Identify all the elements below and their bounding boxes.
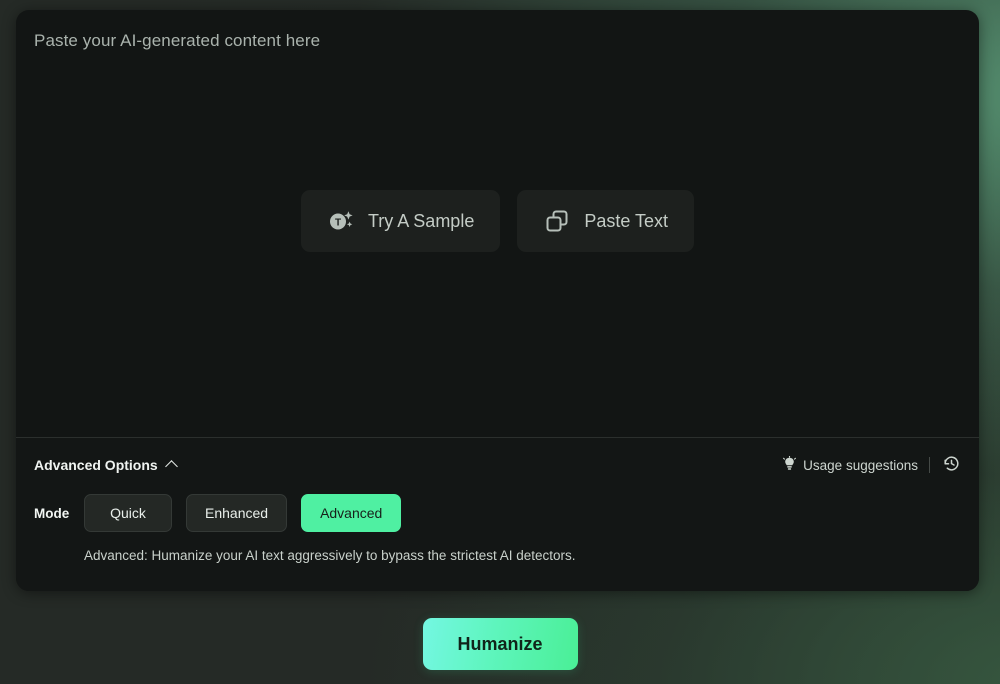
usage-suggestions-button[interactable]: Usage suggestions <box>782 454 918 475</box>
mode-option-quick-label: Quick <box>110 505 146 521</box>
try-a-sample-label: Try A Sample <box>367 210 475 231</box>
chevron-up-icon <box>164 460 178 473</box>
humanizer-page: Paste your AI-generated content here T T… <box>0 0 1000 684</box>
history-clock-icon <box>942 454 961 476</box>
svg-text:T: T <box>335 218 341 229</box>
submit-row: Humanize <box>0 618 1000 670</box>
text-editor-area[interactable]: Paste your AI-generated content here T T… <box>16 10 979 437</box>
advanced-options-label: Advanced Options <box>34 457 158 473</box>
paste-text-label: Paste Text <box>584 210 669 231</box>
paste-text-button[interactable]: Paste Text <box>517 190 695 252</box>
mode-description: Advanced: Humanize your AI text aggressi… <box>84 548 576 563</box>
advanced-options-panel: Advanced Options Usage suggestions Mode … <box>16 437 979 591</box>
editor-placeholder: Paste your AI-generated content here <box>34 31 321 50</box>
copy-paste-icon <box>543 207 571 235</box>
advanced-options-header: Advanced Options Usage suggestions <box>34 438 961 492</box>
humanize-button[interactable]: Humanize <box>422 618 578 670</box>
mode-selector: Mode Quick Enhanced Advanced <box>34 494 961 532</box>
quick-actions-group: T Try A Sample Paste Text <box>16 190 979 252</box>
mode-option-enhanced[interactable]: Enhanced <box>186 494 288 532</box>
options-header-actions: Usage suggestions <box>782 454 961 475</box>
try-a-sample-button[interactable]: T Try A Sample <box>300 190 501 252</box>
history-button[interactable] <box>941 455 961 475</box>
sample-sparkle-icon: T <box>327 207 355 235</box>
mode-label: Mode <box>34 505 70 521</box>
mode-option-advanced-label: Advanced <box>320 505 383 521</box>
mode-option-advanced[interactable]: Advanced <box>301 494 402 532</box>
advanced-options-toggle[interactable]: Advanced Options <box>34 457 178 473</box>
mode-option-enhanced-label: Enhanced <box>205 505 269 521</box>
editor-card: Paste your AI-generated content here T T… <box>16 10 979 591</box>
usage-suggestions-label: Usage suggestions <box>803 457 918 473</box>
header-divider <box>929 457 930 473</box>
mode-option-quick[interactable]: Quick <box>84 494 172 532</box>
lightbulb-icon <box>782 454 797 475</box>
humanize-button-label: Humanize <box>457 633 543 654</box>
